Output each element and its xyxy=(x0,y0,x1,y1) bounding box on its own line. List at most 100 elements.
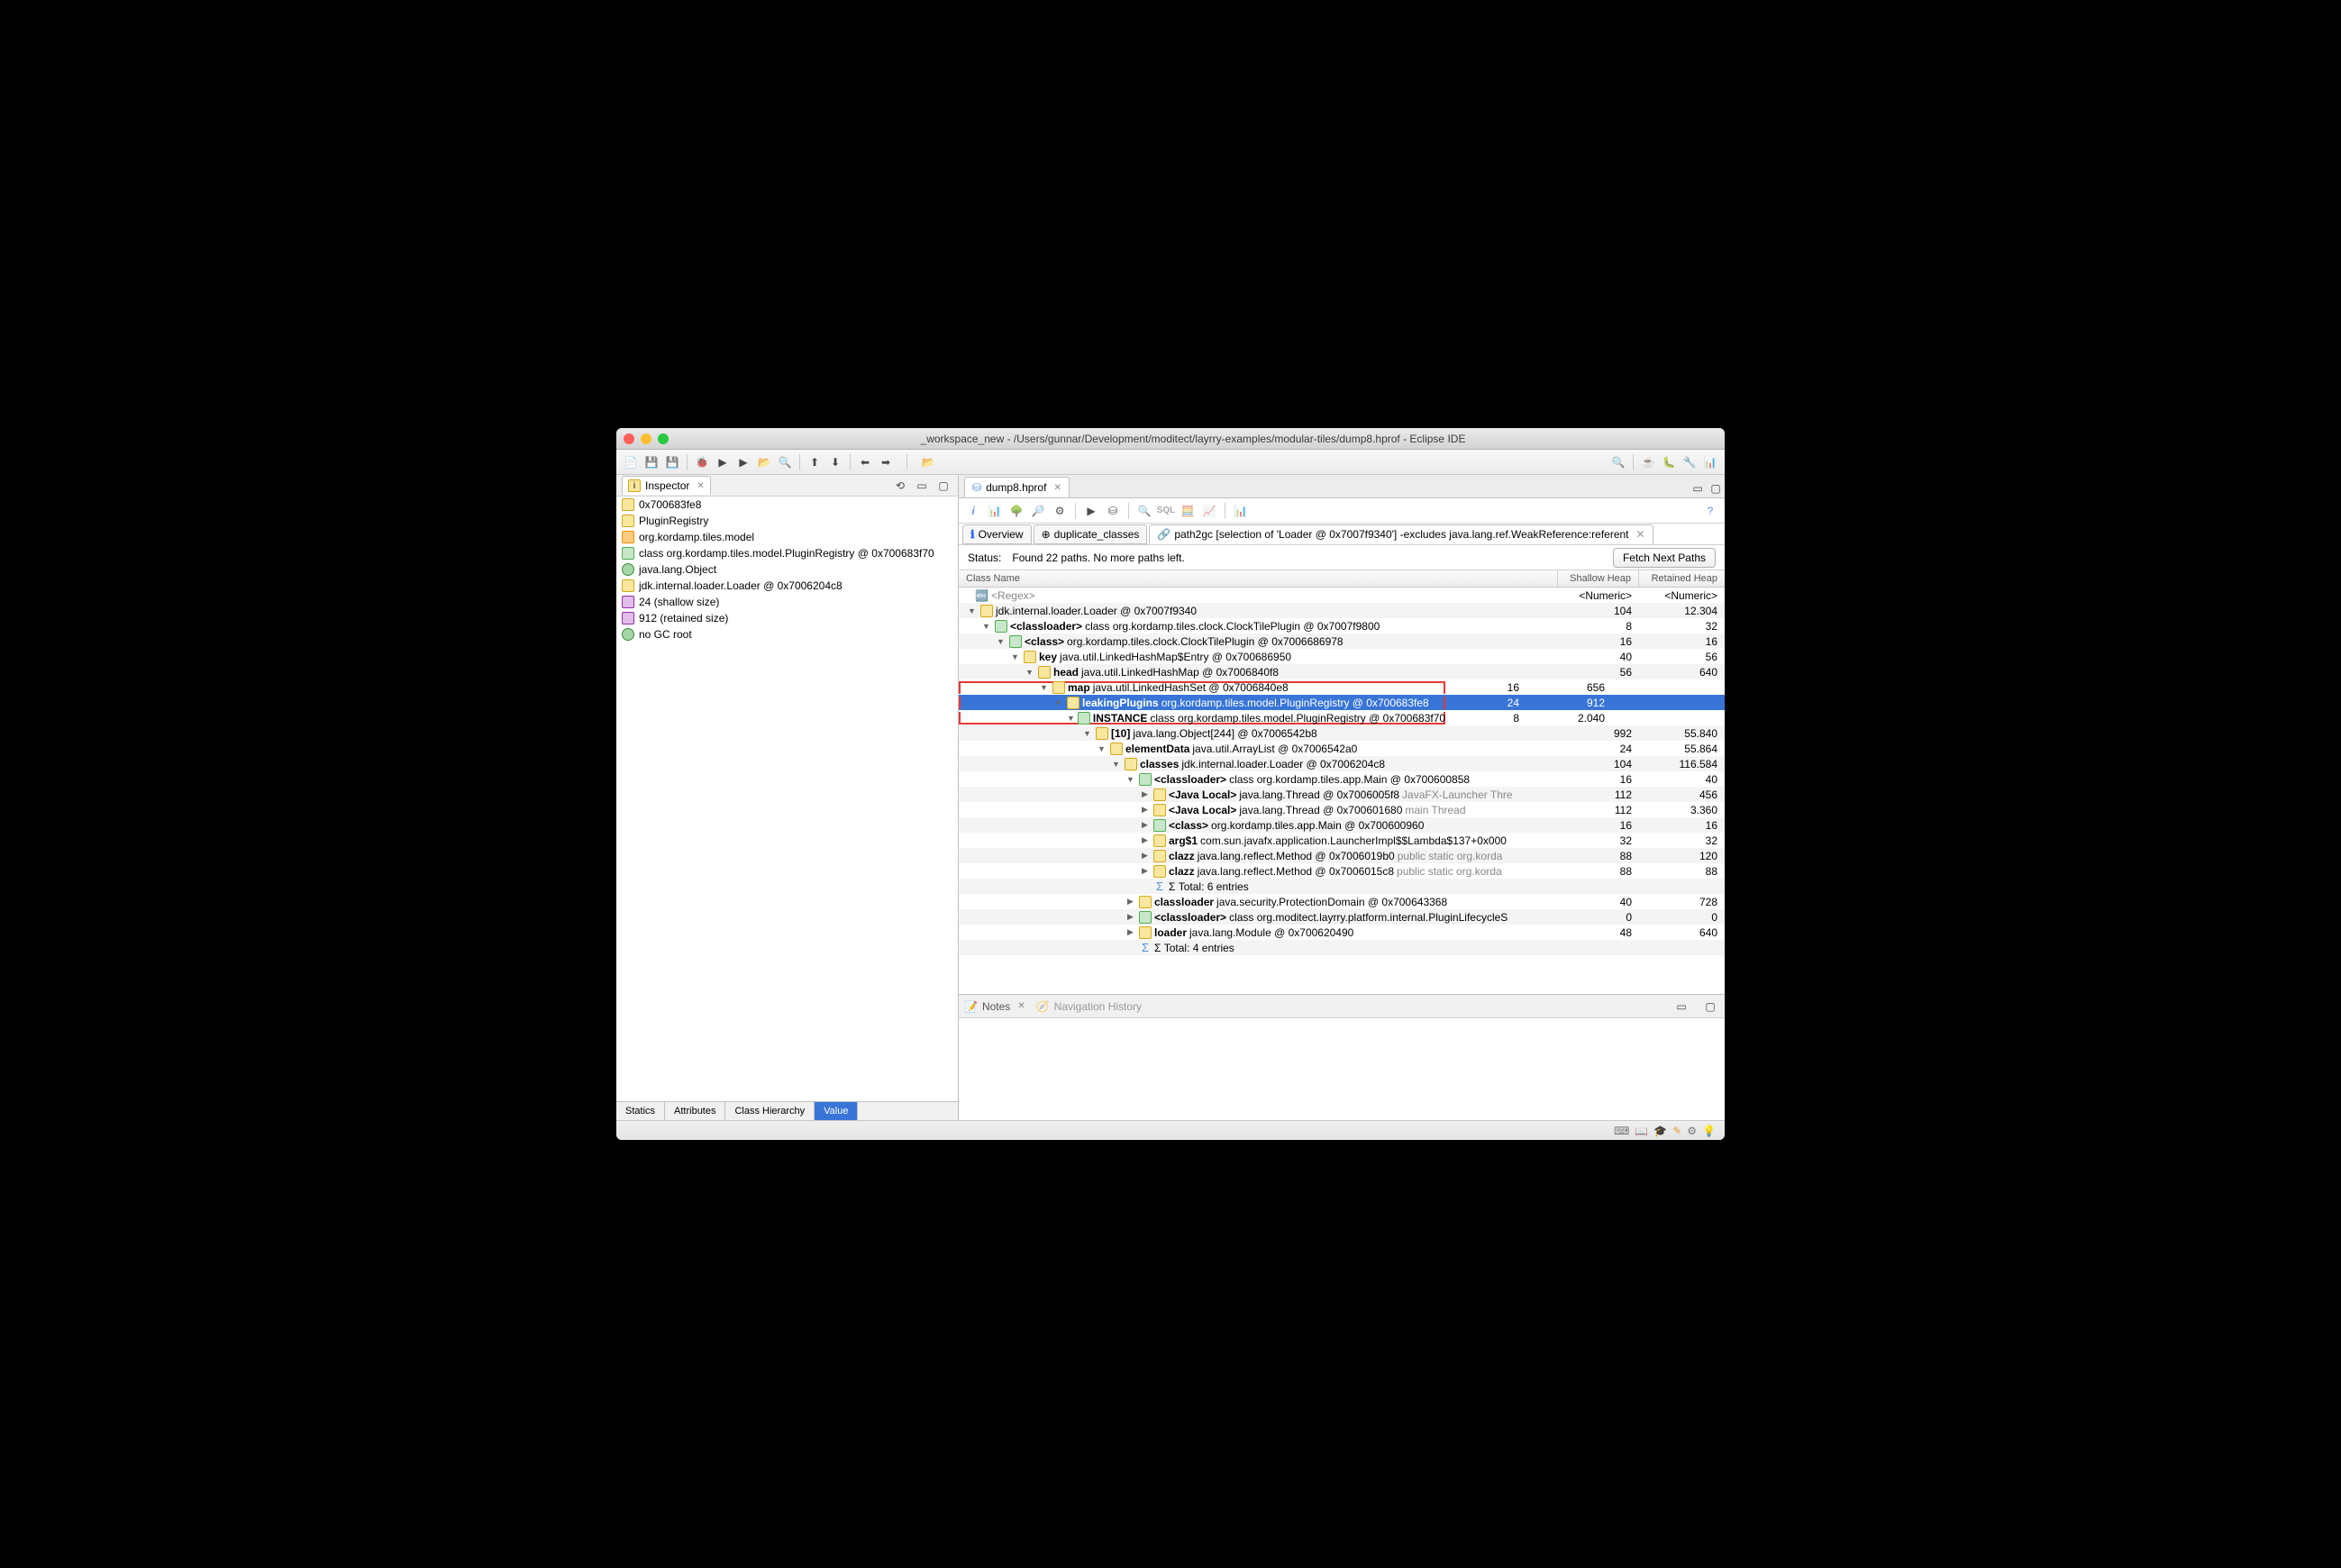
new-icon[interactable]: 📄 xyxy=(622,453,640,471)
sub-tab-attributes[interactable]: Attributes xyxy=(665,1102,725,1120)
coverage-icon[interactable]: ▶ xyxy=(734,453,752,471)
next-annotation-icon[interactable]: ⬇ xyxy=(826,453,844,471)
perspective-icon[interactable]: 🔧 xyxy=(1681,453,1699,471)
tree-row[interactable]: ▶arg$1 com.sun.javafx.application.Launch… xyxy=(959,833,1725,848)
tree-row[interactable]: ▼<classloader> class org.kordamp.tiles.c… xyxy=(959,618,1725,634)
disclosure-icon[interactable]: ▼ xyxy=(995,637,1007,646)
notes-tab[interactable]: 📝 Notes ✕ xyxy=(964,1000,1025,1013)
perspective-java-icon[interactable]: ☕ xyxy=(1639,453,1657,471)
minimize-window-button[interactable] xyxy=(641,433,651,444)
oql-icon[interactable]: 🔎 xyxy=(1029,502,1047,520)
disclosure-icon[interactable]: ▼ xyxy=(1052,698,1064,707)
tree-row[interactable]: ▼head java.util.LinkedHashMap @ 0x700684… xyxy=(959,664,1725,679)
find-icon[interactable]: 🔍 xyxy=(1135,502,1153,520)
dominator-tree-icon[interactable]: 🌳 xyxy=(1007,502,1025,520)
disclosure-icon[interactable]: ▶ xyxy=(1125,897,1136,907)
disclosure-icon[interactable]: ▼ xyxy=(966,606,978,615)
back-icon[interactable]: ⬅ xyxy=(856,453,874,471)
inspector-row[interactable]: jdk.internal.loader.Loader @ 0x7006204c8 xyxy=(616,578,958,594)
sync-icon[interactable]: ⟲ xyxy=(891,477,909,495)
compare-icon[interactable]: 📈 xyxy=(1200,502,1218,520)
inspector-row[interactable]: java.lang.Object xyxy=(616,561,958,578)
folder-icon[interactable]: 📂 xyxy=(755,453,773,471)
tree-row[interactable]: ▶classloader java.security.ProtectionDom… xyxy=(959,894,1725,909)
inspector-row[interactable]: 912 (retained size) xyxy=(616,610,958,626)
tree-row[interactable]: ▶clazz java.lang.reflect.Method @ 0x7006… xyxy=(959,848,1725,863)
inspector-row[interactable]: no GC root xyxy=(616,626,958,643)
disclosure-icon[interactable]: ▶ xyxy=(1125,927,1136,937)
prev-annotation-icon[interactable]: ⬆ xyxy=(806,453,824,471)
disclosure-icon[interactable]: ▶ xyxy=(1139,820,1151,830)
disclosure-icon[interactable]: ▶ xyxy=(1125,912,1136,922)
disclosure-icon[interactable]: ▼ xyxy=(980,622,992,631)
sub-tab-statics[interactable]: Statics xyxy=(616,1102,665,1120)
forward-icon[interactable]: ➡ xyxy=(877,453,895,471)
disclosure-icon[interactable]: ▼ xyxy=(1024,668,1035,677)
histogram-icon[interactable]: 📊 xyxy=(986,502,1004,520)
inspector-row[interactable]: PluginRegistry xyxy=(616,513,958,529)
save-icon[interactable]: 💾 xyxy=(642,453,660,471)
tree-row[interactable]: ▶loader java.lang.Module @ 0x70062049048… xyxy=(959,925,1725,940)
tree-row[interactable]: ▼elementData java.util.ArrayList @ 0x700… xyxy=(959,741,1725,756)
chart-icon[interactable]: 📊 xyxy=(1232,502,1250,520)
disclosure-icon[interactable]: ▼ xyxy=(1096,744,1107,753)
disclosure-icon[interactable]: ▶ xyxy=(1139,866,1151,876)
minimize-pane-icon[interactable]: ▭ xyxy=(1689,479,1707,497)
navigation-history-tab[interactable]: 🧭 Navigation History xyxy=(1036,1000,1142,1013)
perspective-mat-icon[interactable]: 📊 xyxy=(1701,453,1719,471)
debug-icon[interactable]: 🐞 xyxy=(693,453,711,471)
help-icon[interactable]: ? xyxy=(1701,502,1719,520)
result-table[interactable]: Class Name Shallow Heap Retained Heap 🔤 … xyxy=(959,570,1725,994)
save-all-icon[interactable]: 💾 xyxy=(663,453,681,471)
tree-row[interactable]: ▼key java.util.LinkedHashMap$Entry @ 0x7… xyxy=(959,649,1725,664)
maximize-pane-icon[interactable]: ▢ xyxy=(1707,479,1725,497)
export-icon[interactable]: ⛁ xyxy=(1104,502,1122,520)
query-tab[interactable]: ⊕duplicate_classes xyxy=(1034,524,1148,544)
close-icon[interactable]: ✕ xyxy=(1636,528,1645,541)
disclosure-icon[interactable]: ▼ xyxy=(1067,714,1075,723)
disclosure-icon[interactable]: ▶ xyxy=(1139,789,1151,799)
disclosure-icon[interactable]: ▼ xyxy=(1009,652,1021,661)
tree-row[interactable]: Σ Σ Total: 6 entries xyxy=(959,879,1725,894)
tree-row[interactable]: ▼map java.util.LinkedHashSet @ 0x7006840… xyxy=(959,679,1725,695)
disclosure-icon[interactable]: ▼ xyxy=(1081,729,1093,738)
fetch-next-paths-button[interactable]: Fetch Next Paths xyxy=(1613,548,1716,568)
tree-row[interactable]: Σ Σ Total: 4 entries xyxy=(959,940,1725,955)
tree-row[interactable]: ▼<class> org.kordamp.tiles.clock.ClockTi… xyxy=(959,634,1725,649)
notes-body[interactable] xyxy=(959,1018,1725,1120)
close-window-button[interactable] xyxy=(624,433,634,444)
tree-row[interactable]: ▼<classloader> class org.kordamp.tiles.a… xyxy=(959,771,1725,787)
maximize-icon[interactable]: ▢ xyxy=(1701,998,1719,1016)
sub-tab-value[interactable]: Value xyxy=(815,1102,858,1120)
inspector-row[interactable]: class org.kordamp.tiles.model.PluginRegi… xyxy=(616,545,958,561)
search-icon[interactable]: 🔍 xyxy=(776,453,794,471)
inspector-tab[interactable]: i Inspector ✕ xyxy=(622,476,711,495)
info-icon[interactable]: i xyxy=(964,502,982,520)
close-icon[interactable]: ✕ xyxy=(697,481,704,491)
column-class-name[interactable]: Class Name xyxy=(959,570,1558,587)
maximize-icon[interactable]: ▢ xyxy=(934,477,952,495)
calc-icon[interactable]: 🧮 xyxy=(1179,502,1197,520)
open-heap-dump-icon[interactable]: 📂 xyxy=(919,453,937,471)
perspective-debug-icon[interactable]: 🐛 xyxy=(1660,453,1678,471)
tree-row[interactable]: ▼ jdk.internal.loader.Loader @ 0x7007f93… xyxy=(959,603,1725,618)
sub-tab-class-hierarchy[interactable]: Class Hierarchy xyxy=(725,1102,815,1120)
tree-row[interactable]: ▼classes jdk.internal.loader.Loader @ 0x… xyxy=(959,756,1725,771)
inspector-row[interactable]: 0x700683fe8 xyxy=(616,497,958,513)
run-query-icon[interactable]: ▶ xyxy=(1082,502,1100,520)
column-retained-heap[interactable]: Retained Heap xyxy=(1639,570,1725,587)
disclosure-icon[interactable]: ▶ xyxy=(1139,835,1151,845)
disclosure-icon[interactable]: ▼ xyxy=(1038,683,1050,692)
close-icon[interactable]: ✕ xyxy=(1053,483,1061,493)
sql-icon[interactable]: SQL xyxy=(1157,502,1175,520)
query-tab[interactable]: ℹOverview xyxy=(962,524,1032,544)
disclosure-icon[interactable]: ▶ xyxy=(1139,851,1151,861)
filter-row[interactable]: 🔤 <Regex> <Numeric> <Numeric> xyxy=(959,588,1725,603)
tree-row[interactable]: ▼INSTANCE class org.kordamp.tiles.model.… xyxy=(959,710,1725,725)
tree-row[interactable]: ▶clazz java.lang.reflect.Method @ 0x7006… xyxy=(959,863,1725,879)
query-tab[interactable]: 🔗path2gc [selection of 'Loader @ 0x7007f… xyxy=(1149,524,1653,544)
inspector-row[interactable]: 24 (shallow size) xyxy=(616,594,958,610)
inspector-row[interactable]: org.kordamp.tiles.model xyxy=(616,529,958,545)
tree-row[interactable]: ▶<Java Local> java.lang.Thread @ 0x70060… xyxy=(959,802,1725,817)
minimize-icon[interactable]: ▭ xyxy=(913,477,931,495)
